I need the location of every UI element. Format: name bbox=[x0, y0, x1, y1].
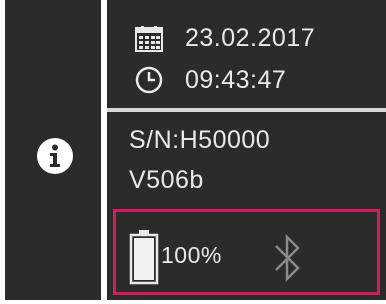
sidebar bbox=[5, 0, 101, 300]
info-icon[interactable] bbox=[36, 137, 74, 175]
clock-icon bbox=[135, 66, 163, 94]
status-highlight-box: 100% bbox=[113, 209, 380, 295]
battery-percent: 100% bbox=[161, 242, 222, 268]
bluetooth-icon[interactable] bbox=[272, 232, 304, 284]
serial-number: S/N:H50000 bbox=[129, 126, 271, 154]
time-value: 09:43:47 bbox=[185, 66, 287, 94]
section-divider bbox=[107, 108, 386, 112]
battery-icon bbox=[129, 230, 159, 285]
device-status-screen: 23.02.2017 09:43:47 S/N:H50000 V506b 100… bbox=[0, 0, 386, 304]
date-value: 23.02.2017 bbox=[185, 24, 316, 52]
calendar-icon bbox=[135, 26, 163, 52]
firmware-version: V506b bbox=[129, 166, 204, 194]
